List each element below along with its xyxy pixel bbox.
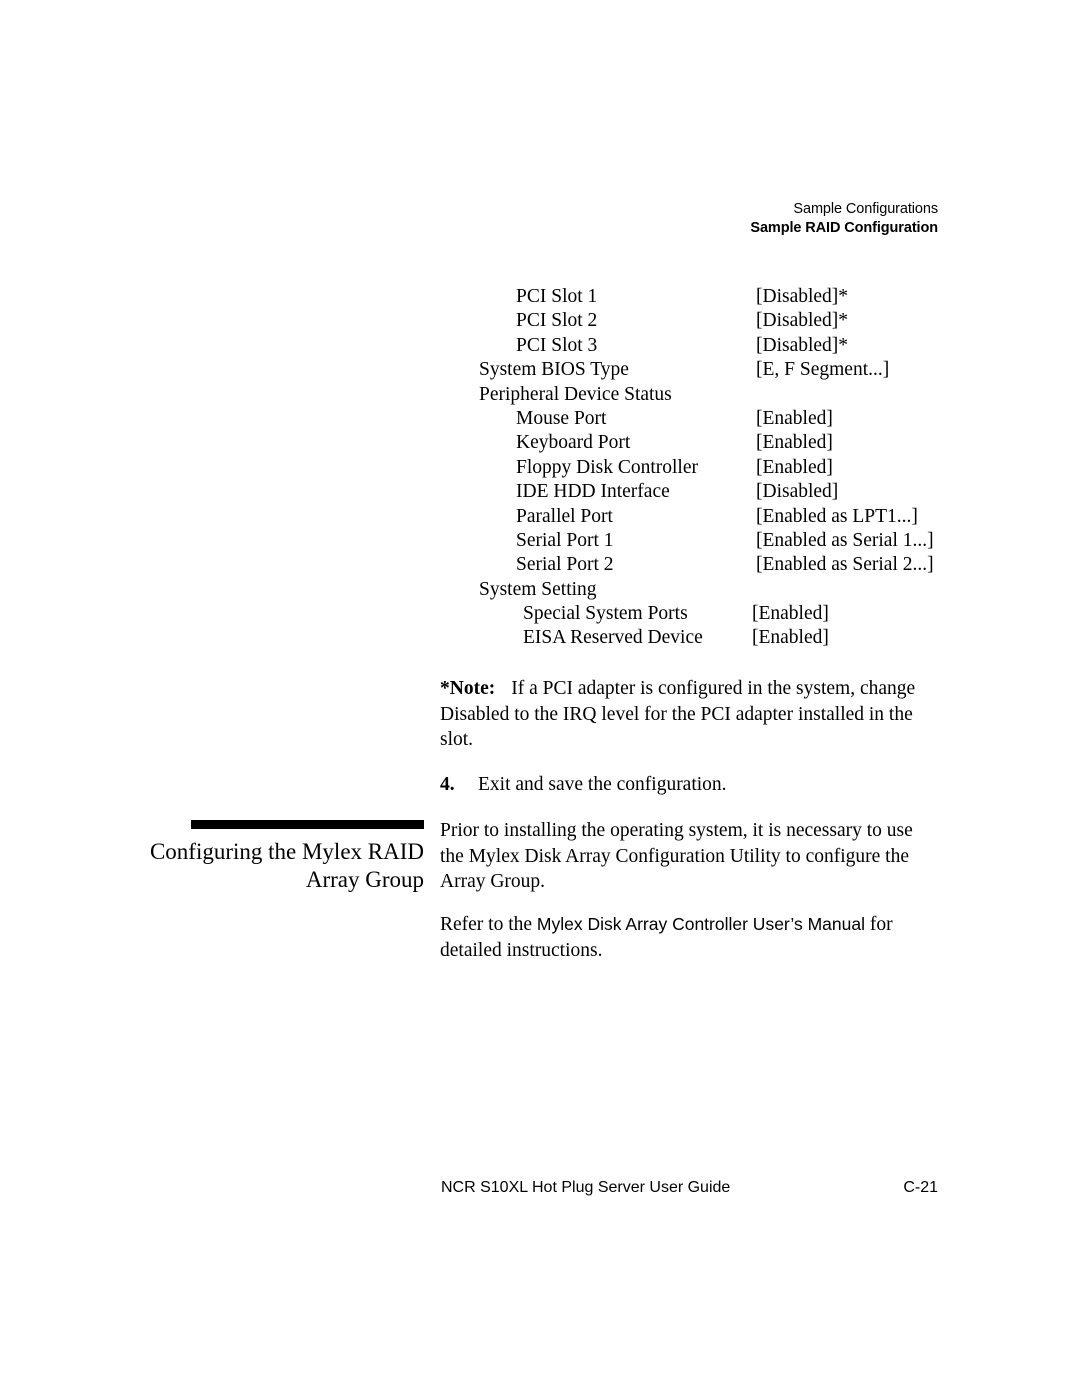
step-text: Exit and save the configuration. xyxy=(478,774,727,795)
setting-value: [Disabled]* xyxy=(756,310,849,332)
setting-value: [Enabled] xyxy=(756,456,833,478)
setting-row: Floppy Disk Controller [Enabled] xyxy=(0,456,1080,480)
footer-document-title: NCR S10XL Hot Plug Server User Guide xyxy=(441,1179,731,1196)
setting-row: PCI Slot 1 [Disabled]* xyxy=(0,285,1080,309)
setting-label: Serial Port 1 xyxy=(516,529,614,551)
setting-value: [Disabled]* xyxy=(756,286,849,307)
setting-row: Mouse Port [Enabled] xyxy=(0,407,1080,431)
setting-value: [Enabled as Serial 1...] xyxy=(756,529,934,551)
setting-label: Serial Port 2 xyxy=(516,554,614,576)
setting-row: Special System Ports [Enabled] xyxy=(0,602,1080,626)
setting-row: Parallel Port [Enabled as LPT1...] xyxy=(0,505,1080,529)
setting-label: Special System Ports xyxy=(523,603,688,625)
setting-row: Keyboard Port [Enabled] xyxy=(0,431,1080,455)
manual-title: Mylex Disk Array Controller User’s Manua… xyxy=(536,914,865,934)
setting-label: PCI Slot 3 xyxy=(516,334,598,356)
section-heading: Configuring the Mylex RAID Array Group xyxy=(149,839,424,892)
bios-settings-list: PCI Slot 1 [Disabled]* PCI Slot 2 [Disabled… xyxy=(0,285,1080,651)
body-paragraph-2: Refer to the Mylex Disk Array Controller… xyxy=(440,912,940,963)
setting-value: [E, F Segment...] xyxy=(756,359,890,381)
running-head-chapter: Sample Configurations xyxy=(793,201,938,217)
setting-label: System BIOS Type xyxy=(479,359,629,381)
setting-label: System Setting xyxy=(479,578,597,600)
setting-value: [Enabled] xyxy=(756,432,833,454)
page-number: C-21 xyxy=(903,1179,938,1196)
setting-row: PCI Slot 3 [Disabled]* xyxy=(0,334,1080,358)
setting-label: IDE HDD Interface xyxy=(516,481,670,503)
setting-value: [Disabled] xyxy=(756,481,839,503)
setting-row: System Setting xyxy=(0,578,1080,602)
setting-label: EISA Reserved Device xyxy=(523,627,703,649)
setting-row: System BIOS Type [E, F Segment...] xyxy=(0,358,1080,382)
body-paragraph-1: Prior to installing the operating system… xyxy=(440,820,913,892)
step-number: 4. xyxy=(440,774,455,795)
setting-row: Serial Port 2 [Enabled as Serial 2...] xyxy=(0,553,1080,577)
running-head: Sample Configurations Sample RAID Config… xyxy=(0,200,938,238)
setting-value: [Enabled] xyxy=(756,407,833,429)
setting-label: Keyboard Port xyxy=(516,432,631,454)
setting-row: Serial Port 1 [Enabled as Serial 1...] xyxy=(0,529,1080,553)
document-page: Sample Configurations Sample RAID Config… xyxy=(0,0,1080,1397)
setting-row: Peripheral Device Status xyxy=(0,383,1080,407)
setting-label: Parallel Port xyxy=(516,505,613,527)
setting-label: Peripheral Device Status xyxy=(479,383,672,405)
paragraph-2-lead: Refer to the xyxy=(440,914,537,935)
setting-row: PCI Slot 2 [Disabled]* xyxy=(0,309,1080,333)
setting-label: PCI Slot 2 xyxy=(516,310,598,332)
setting-label: PCI Slot 1 xyxy=(516,286,598,307)
note-paragraph: *Note: If a PCI adapter is configured in … xyxy=(440,676,940,753)
setting-value: [Enabled] xyxy=(752,627,829,649)
setting-value: [Enabled as Serial 2...] xyxy=(756,554,934,576)
setting-value: [Enabled as LPT1...] xyxy=(756,505,918,527)
running-head-section: Sample RAID Configuration xyxy=(750,220,938,236)
setting-value: [Disabled]* xyxy=(756,334,849,356)
setting-value: [Enabled] xyxy=(752,603,829,625)
section-heading-rule xyxy=(191,820,424,829)
setting-label: Floppy Disk Controller xyxy=(516,456,699,478)
setting-row: EISA Reserved Device [Enabled] xyxy=(0,626,1080,650)
setting-row: IDE HDD Interface [Disabled] xyxy=(0,480,1080,504)
setting-label: Mouse Port xyxy=(516,407,607,429)
note-label: *Note: xyxy=(440,678,496,699)
note-text: If a PCI adapter is configured in the sy… xyxy=(440,678,916,750)
